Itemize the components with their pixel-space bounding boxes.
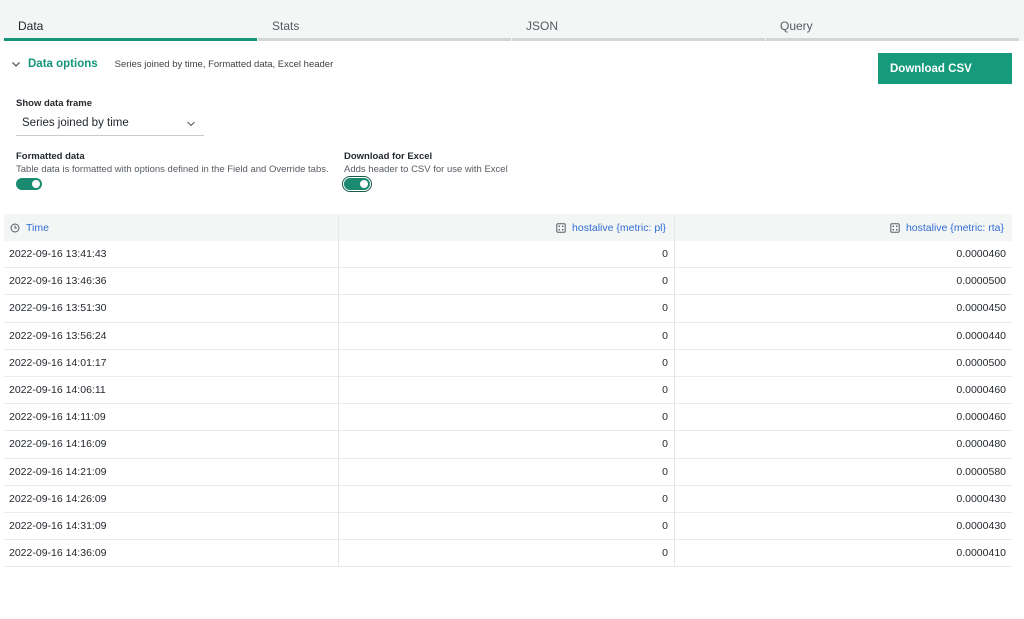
data-frame-label: Show data frame [16,98,93,109]
table-row: 2022-09-16 14:21:09 0 0.0000580 [4,458,1012,486]
cell-rta: 0.0000450 [956,302,1006,315]
column-header-label: hostalive {metric: rta} [905,221,1004,234]
cell-time: 2022-09-16 14:06:11 [4,376,339,404]
table-row: 2022-09-16 13:56:24 0 0.0000440 [4,322,1012,350]
download-csv-button[interactable]: Download CSV [878,53,1012,84]
data-options-header: Data options Series joined by time, Form… [10,58,333,70]
column-header-label: Time [26,221,49,234]
toggle-knob [32,180,40,188]
cell-rta: 0.0000440 [956,329,1006,342]
formatted-data-label: Formatted data [16,151,85,162]
column-header-pl[interactable]: hostalive {metric: pl} [339,214,675,241]
cell-time: 2022-09-16 13:51:30 [4,295,339,322]
cell-pl: 0 [339,404,675,431]
column-header-label: hostalive {metric: pl} [572,221,666,234]
table-row: 2022-09-16 14:01:17 0 0.0000500 [4,349,1012,377]
formatted-data-description: Table data is formatted with options def… [16,164,329,175]
clock-icon [10,223,20,232]
toggle-knob [360,180,368,188]
cell-rta: 0.0000430 [956,519,1006,532]
table-row: 2022-09-16 14:16:09 0 0.0000480 [4,431,1012,459]
table-row: 2022-09-16 14:31:09 0 0.0000430 [4,512,1012,541]
column-header-time[interactable]: Time [4,214,339,241]
tab-bar: Data Stats JSON Query [0,0,1024,41]
cell-time: 2022-09-16 14:16:09 [4,431,339,458]
tab-json[interactable]: JSON [512,0,766,41]
tab-stats[interactable]: Stats [258,0,512,41]
chevron-down-icon [187,121,195,127]
cell-rta: 0.0000480 [956,438,1006,451]
cell-pl: 0 [339,431,675,458]
data-frame-selected-value: Series joined by time [22,117,129,129]
calculator-icon [556,222,566,233]
table-row: 2022-09-16 14:11:09 0 0.0000460 [4,404,1012,432]
cell-time: 2022-09-16 14:11:09 [4,404,339,431]
cell-time: 2022-09-16 13:46:36 [4,268,339,295]
data-frame-select[interactable]: Series joined by time [16,111,204,136]
cell-rta: 0.0000500 [956,356,1006,369]
cell-time: 2022-09-16 14:26:09 [4,485,339,512]
cell-pl: 0 [339,268,675,295]
cell-time: 2022-09-16 13:56:24 [4,322,339,349]
excel-description: Adds header to CSV for use with Excel [344,164,508,175]
cell-pl: 0 [339,376,675,404]
table-row: 2022-09-16 13:46:36 0 0.0000500 [4,268,1012,296]
table-row: 2022-09-16 13:41:43 0 0.0000460 [4,241,1012,269]
table-body: 2022-09-16 13:41:43 0 0.0000460 2022-09-16 … [4,241,1012,568]
cell-rta: 0.0000460 [956,411,1006,424]
excel-label: Download for Excel [344,151,433,162]
cell-rta: 0.0000460 [956,384,1006,397]
cell-rta: 0.0000580 [956,465,1006,478]
cell-pl: 0 [339,349,675,376]
table-row: 2022-09-16 13:51:30 0 0.0000450 [4,295,1012,323]
data-table: Time hostalive {metric: pl} hostalive {m… [4,214,1012,568]
cell-pl: 0 [339,512,675,540]
cell-pl: 0 [339,241,675,268]
table-row: 2022-09-16 14:06:11 0 0.0000460 [4,376,1012,405]
cell-pl: 0 [339,485,675,512]
data-options-toggle[interactable]: Data options [28,58,98,70]
table-row: 2022-09-16 14:36:09 0 0.0000410 [4,540,1012,568]
cell-pl: 0 [339,295,675,322]
tab-data[interactable]: Data [4,0,258,41]
cell-rta: 0.0000430 [956,492,1006,505]
cell-rta: 0.0000410 [956,547,1006,560]
table-row: 2022-09-16 14:26:09 0 0.0000430 [4,485,1012,513]
table-header: Time hostalive {metric: pl} hostalive {m… [4,214,1012,241]
cell-pl: 0 [339,540,675,567]
cell-time: 2022-09-16 14:21:09 [4,458,339,485]
cell-time: 2022-09-16 14:31:09 [4,512,339,540]
cell-pl: 0 [339,458,675,485]
cell-time: 2022-09-16 13:41:43 [4,241,339,268]
calculator-icon [890,222,900,233]
column-header-rta[interactable]: hostalive {metric: rta} [675,214,1012,241]
cell-rta: 0.0000500 [956,275,1006,288]
data-options-summary: Series joined by time, Formatted data, E… [114,58,334,70]
cell-pl: 0 [339,322,675,349]
excel-toggle[interactable] [342,176,372,192]
cell-time: 2022-09-16 14:36:09 [4,540,339,567]
cell-time: 2022-09-16 14:01:17 [4,349,339,376]
tab-query[interactable]: Query [766,0,1020,41]
formatted-data-toggle[interactable] [16,178,42,190]
cell-rta: 0.0000460 [956,248,1006,261]
chevron-down-icon[interactable] [10,58,22,70]
